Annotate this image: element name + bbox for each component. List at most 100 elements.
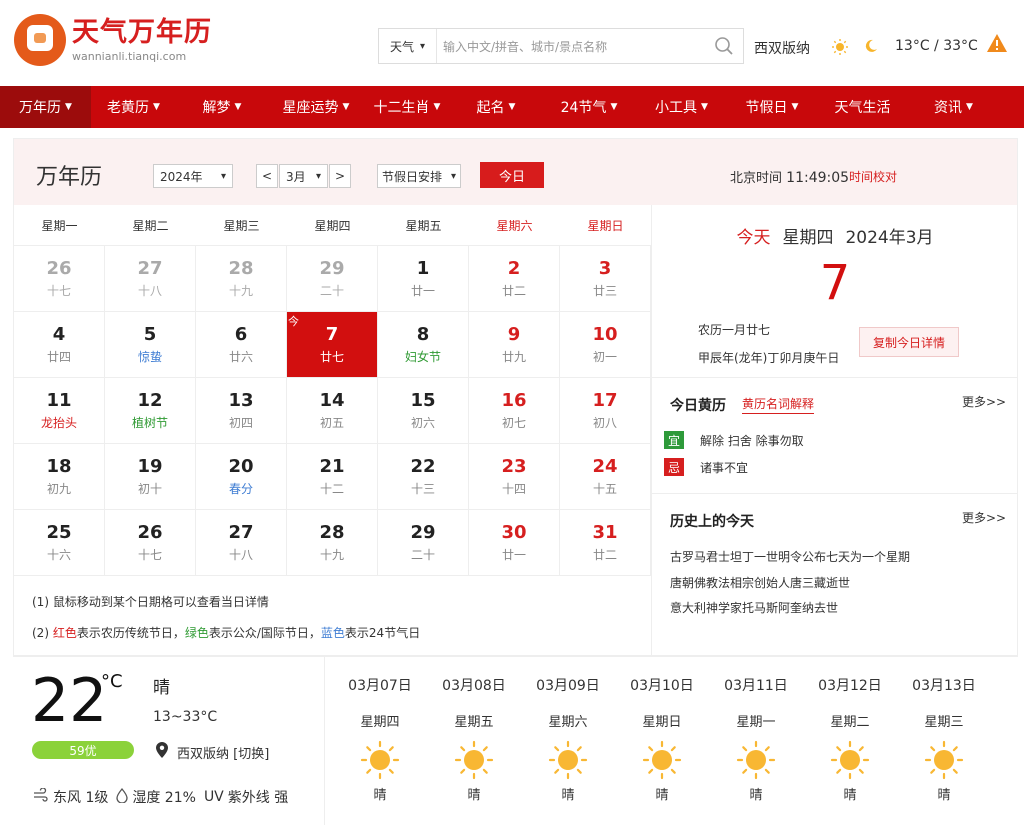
forecast-day[interactable]: 03月13日 星期三 晴 [897,657,991,825]
forecast-day[interactable]: 03月10日 星期日 晴 [615,657,709,825]
day-cell[interactable]: 15 初六 [378,378,469,444]
weekday-label: 星期五 [405,218,442,233]
day-cell[interactable]: 27 十八 [196,510,287,576]
history-item[interactable]: 古罗马君士坦丁一世明令公布七天为一个星期 [670,548,910,565]
forecast-day[interactable]: 03月11日 星期一 晴 [709,657,803,825]
day-cell-today[interactable]: 今 7 廿七 [287,312,378,378]
day-cell[interactable]: 20 春分 [196,444,287,510]
sun-icon [454,740,494,780]
nav-news[interactable]: 资讯 ▼ [908,86,999,128]
location-switch[interactable]: 西双版纳 [切换] [177,743,269,762]
lunar-date: 农历一月廿七 [698,323,771,337]
day-cell[interactable]: 19 初十 [105,444,196,510]
day-cell[interactable]: 26 十七 [14,246,105,312]
today-header: 今天 星期四 2024年3月 [736,228,934,248]
day-cell[interactable]: 30 廿一 [469,510,560,576]
logo-calendar-icon [14,14,66,66]
nav-weather-life[interactable]: 天气生活 [817,86,908,128]
prev-month-button[interactable]: < [256,164,278,188]
day-cell[interactable]: 21 十二 [287,444,378,510]
day-cell[interactable]: 12 植树节 [105,378,196,444]
header-city[interactable]: 西双版纳 [754,38,810,58]
day-cell[interactable]: 26 十七 [105,510,196,576]
day-cell[interactable]: 31 廿二 [560,510,651,576]
beijing-time-value: 11:49:05 [786,170,850,186]
day-cell[interactable]: 16 初七 [469,378,560,444]
time-fix-link[interactable]: 时间校对 [849,168,897,185]
weekday-header: 星期一 星期二 星期三 星期四 星期五 星期六 星期日 [14,205,651,245]
almanac-terms-link[interactable]: 黄历名词解释 [742,395,815,414]
next-month-button[interactable]: > [329,164,351,188]
day-cell[interactable]: 17 初八 [560,378,651,444]
day-cell[interactable]: 3 廿三 [560,246,651,312]
weekday-label: 星期二 [132,218,169,233]
ji-text: 诸事不宜 [700,460,749,475]
moon-icon [863,38,879,54]
day-cell[interactable]: 25 十六 [14,510,105,576]
day-cell[interactable]: 10 初一 [560,312,651,378]
day-cell[interactable]: 28 十九 [287,510,378,576]
search-type-select[interactable]: 天气 ▾ [379,29,437,63]
nav-qiming[interactable]: 起名 ▼ [450,86,542,128]
day-cell[interactable]: 24 十五 [560,444,651,510]
aqi-badge[interactable]: 59优 [32,741,134,759]
today-button[interactable]: 今日 [480,162,544,188]
day-cell[interactable]: 18 初九 [14,444,105,510]
day-cell[interactable]: 6 廿六 [196,312,287,378]
day-cell[interactable]: 29 二十 [378,510,469,576]
nav-jieqi[interactable]: 24节气 ▼ [542,86,636,128]
caret-down-icon: ▼ [791,102,799,112]
note-2: (2) 红色表示农历传统节日，绿色表示公众/国际节日，蓝色表示24节气日 [32,626,421,640]
header-temperature: 13°C / 33°C [895,38,978,54]
day-cell[interactable]: 8 妇女节 [378,312,469,378]
today-tag: 今 [288,315,299,328]
history-item[interactable]: 唐朝佛教法相宗创始人唐三藏逝世 [670,574,850,591]
forecast-day[interactable]: 03月08日 星期五 晴 [427,657,521,825]
nav-xingzuo[interactable]: 星座运势 ▼ [268,86,364,128]
almanac-more-link[interactable]: 更多>> [962,393,1006,410]
nav-laohuangli[interactable]: 老黄历 ▼ [91,86,176,128]
site-logo[interactable]: 天气万年历 wannianli.tianqi.com [14,14,212,66]
nav-wannianli[interactable]: 万年历 ▼ [0,86,91,128]
uv-label: UV [203,789,224,805]
yi-badge: 宜 [664,431,684,449]
search-icon[interactable] [705,29,743,63]
day-cell[interactable]: 14 初五 [287,378,378,444]
day-cell[interactable]: 4 廿四 [14,312,105,378]
day-cell[interactable]: 11 龙抬头 [14,378,105,444]
nav-holidays[interactable]: 节假日 ▼ [727,86,817,128]
main-nav: 万年历 ▼ 老黄历 ▼ 解梦 ▼ 星座运势 ▼ 十二生肖 ▼ 起名 ▼ 24节气 ▼ 小工具 ▼… [0,86,1024,128]
year-select[interactable]: 2024年 ▾ [153,164,233,188]
nav-tools[interactable]: 小工具 ▼ [636,86,727,128]
month-select[interactable]: 3月 ▾ [279,164,328,188]
day-cell[interactable]: 2 廿二 [469,246,560,312]
today-big-day: 7 [819,255,851,311]
day-cell[interactable]: 13 初四 [196,378,287,444]
history-item[interactable]: 意大利神学家托马斯阿奎纳去世 [670,599,838,616]
day-cell[interactable]: 9 廿九 [469,312,560,378]
sun-icon [831,38,849,56]
search-input[interactable]: 输入中文/拼音、城市/景点名称 [437,29,705,63]
today-panel: 今天 星期四 2024年3月 7 农历一月廿七 甲辰年(龙年)丁卯月庚午日 复制今日… [651,205,1018,657]
nav-shengxiao[interactable]: 十二生肖 ▼ [364,86,450,128]
day-cell[interactable]: 27 十八 [105,246,196,312]
beijing-time: 北京时间 11:49:05 [730,170,850,186]
warning-icon[interactable] [986,33,1008,53]
day-cell[interactable]: 5 惊蛰 [105,312,196,378]
day-cell[interactable]: 29 二十 [287,246,378,312]
chevron-down-icon: ▾ [220,170,226,182]
day-cell[interactable]: 28 十九 [196,246,287,312]
chevron-down-icon: ▾ [315,170,321,182]
forecast-day[interactable]: 03月07日 星期四 晴 [333,657,427,825]
holiday-select[interactable]: 节假日安排 ▾ [377,164,461,188]
forecast-day[interactable]: 03月09日 星期六 晴 [521,657,615,825]
history-more-link[interactable]: 更多>> [962,509,1006,526]
copy-today-button[interactable]: 复制今日详情 [859,327,959,357]
day-cell[interactable]: 23 十四 [469,444,560,510]
weather-section: 22 °C 晴 13~33°C 59优 西双版纳 [切换] 东风 1级 湿度 2… [13,656,1018,825]
forecast-day[interactable]: 03月12日 星期二 晴 [803,657,897,825]
nav-jiemeng[interactable]: 解梦 ▼ [176,86,268,128]
day-cell[interactable]: 1 廿一 [378,246,469,312]
day-cell[interactable]: 22 十三 [378,444,469,510]
calendar-title: 万年历 [36,165,103,190]
